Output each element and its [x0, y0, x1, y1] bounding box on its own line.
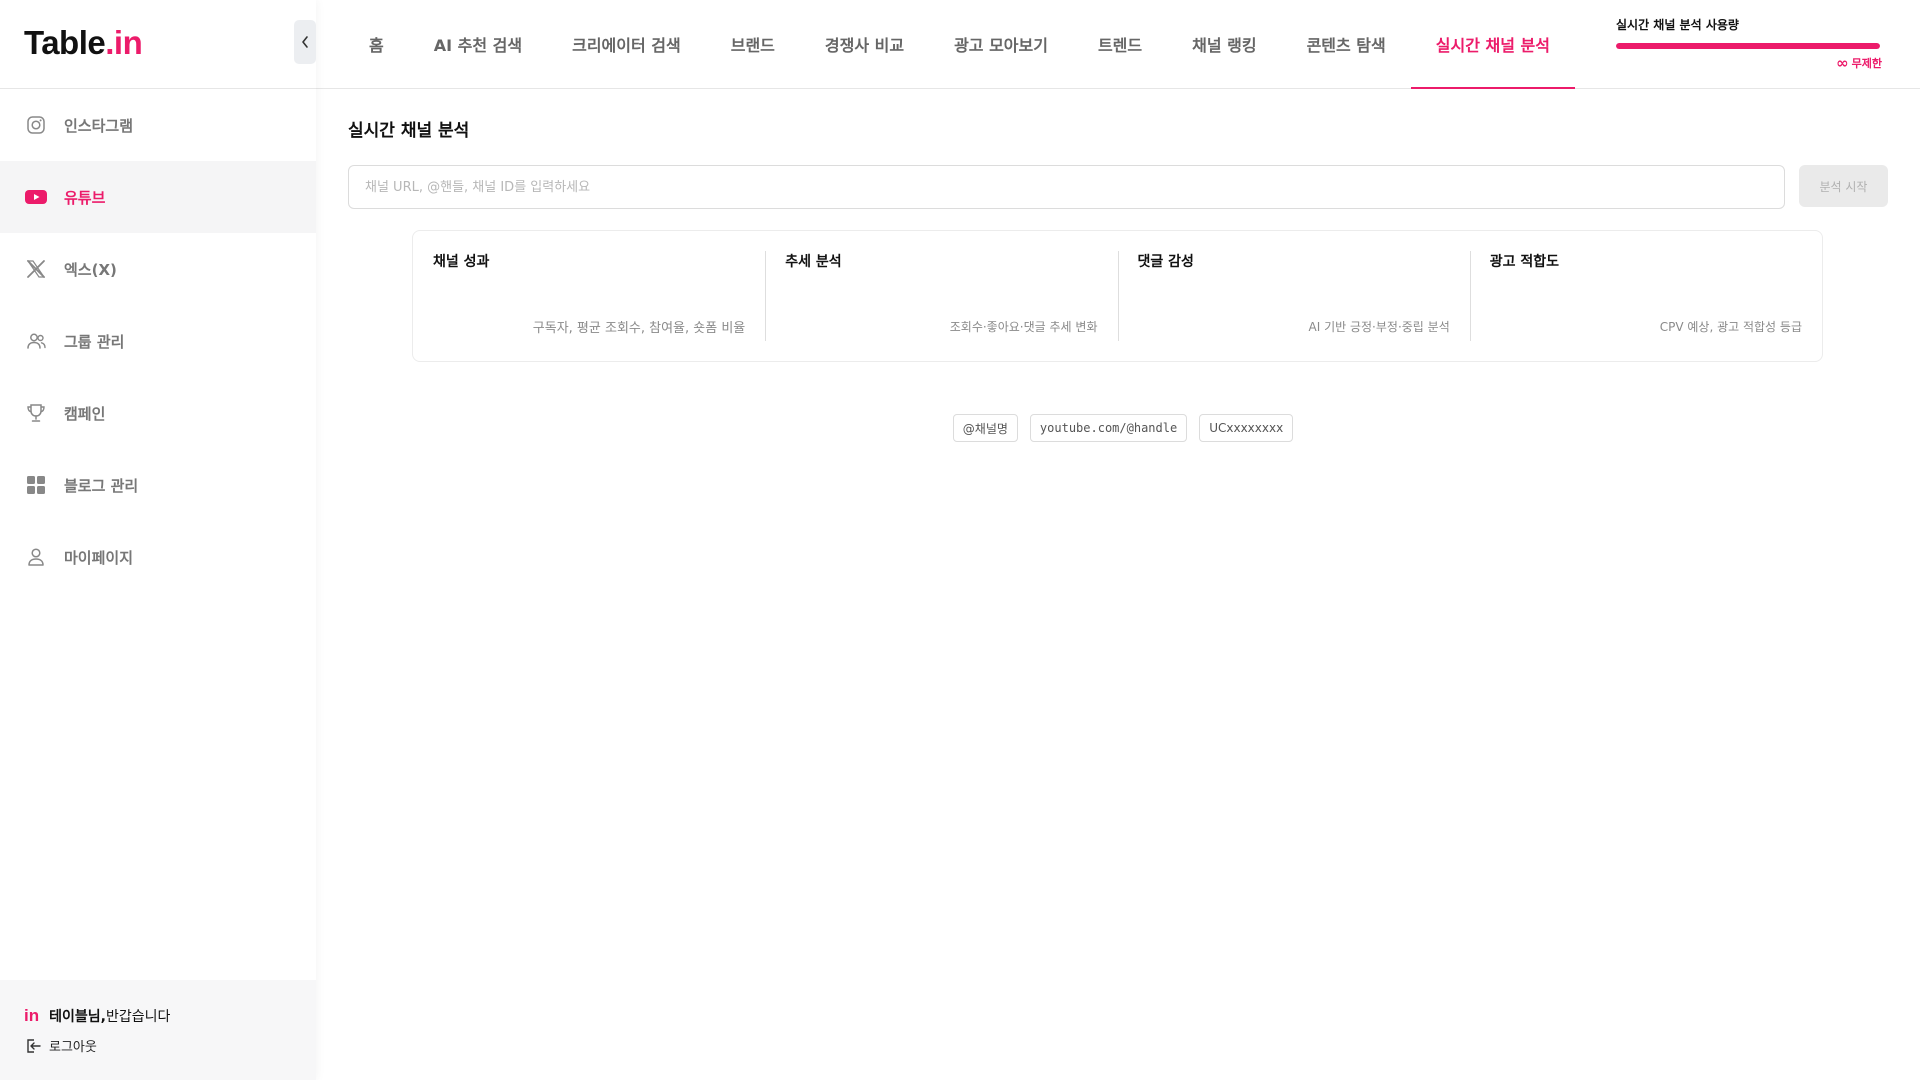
- usage-meter: 실시간 채널 분석 사용량 ∞ 무제한: [1616, 16, 1882, 71]
- sidebar-item-blog[interactable]: 블로그 관리: [0, 449, 316, 521]
- example-chip-handle[interactable]: @채널명: [952, 414, 1018, 442]
- top-nav: 홈 AI 추천 검색 크리에이터 검색 브랜드 경쟁사 비교 광고 모아보기 트…: [316, 0, 1920, 89]
- sidebar-item-label: 마이페이지: [64, 548, 134, 567]
- main-content: 실시간 채널 분석 분석 시작 채널 성과 구독자, 평균 조회수, 참여율, …: [316, 89, 1920, 1080]
- tab-competitor[interactable]: 경쟁사 비교: [800, 0, 929, 88]
- feature-title: 채널 성과: [433, 254, 490, 270]
- example-chips: @채널명 youtube.com/@handle UCxxxxxxxx: [316, 414, 1920, 442]
- logo-dot: .: [105, 24, 114, 61]
- feature-title: 추세 분석: [785, 254, 842, 270]
- sidebar-item-campaign[interactable]: 캠페인: [0, 377, 316, 449]
- tab-list: 홈 AI 추천 검색 크리에이터 검색 브랜드 경쟁사 비교 광고 모아보기 트…: [316, 0, 1576, 89]
- logo-text: Table: [24, 24, 106, 61]
- instagram-icon: [24, 113, 48, 137]
- page-title: 실시간 채널 분석: [348, 121, 470, 141]
- feature-desc: 조회수·좋아요·댓글 추세 변화: [949, 320, 1098, 334]
- tab-brand[interactable]: 브랜드: [706, 0, 800, 88]
- tab-creator-search[interactable]: 크리에이터 검색: [547, 0, 706, 88]
- sidebar-item-label: 유튜브: [64, 188, 106, 207]
- greeting: in 테이블님, 반갑습니다: [24, 1006, 316, 1026]
- sidebar-item-x[interactable]: 엑스(X): [0, 233, 316, 305]
- feature-desc: 구독자, 평균 조회수, 참여율, 숏폼 비율: [532, 321, 746, 336]
- search-row: 분석 시작: [348, 165, 1888, 209]
- feature-desc: CPV 예상, 광고 적합성 등급: [1659, 320, 1802, 334]
- logout-button[interactable]: 로그아웃: [24, 1036, 316, 1055]
- usage-limit: ∞ 무제한: [1616, 55, 1882, 71]
- sidebar-item-instagram[interactable]: 인스타그램: [0, 89, 316, 161]
- usage-title: 실시간 채널 분석 사용량: [1616, 18, 1739, 32]
- tab-ads[interactable]: 광고 모아보기: [929, 0, 1073, 88]
- x-icon: [24, 257, 48, 281]
- tab-home[interactable]: 홈: [344, 0, 409, 88]
- logo[interactable]: Table. in: [24, 24, 143, 64]
- sidebar-item-mypage[interactable]: 마이페이지: [0, 521, 316, 593]
- sidebar-item-label: 그룹 관리: [64, 332, 125, 351]
- usage-limit-label: 무제한: [1851, 57, 1882, 70]
- sidebar-item-group[interactable]: 그룹 관리: [0, 305, 316, 377]
- sidebar-item-label: 인스타그램: [64, 116, 134, 135]
- logout-icon: [27, 1038, 41, 1053]
- analyze-button[interactable]: 분석 시작: [1799, 165, 1888, 207]
- feature-trend-analysis: 추세 분석 조회수·좋아요·댓글 추세 변화: [765, 231, 1117, 361]
- usage-progress-bar: [1616, 43, 1880, 49]
- tab-trend[interactable]: 트렌드: [1073, 0, 1167, 88]
- sidebar-nav: 인스타그램 유튜브 엑스(X) 그룹 관리 캠페인 블로그 관리 마이페이지: [0, 89, 316, 593]
- usage-progress-fill: [1616, 43, 1880, 49]
- channel-search-input[interactable]: [348, 165, 1785, 209]
- logout-label: 로그아웃: [49, 1040, 97, 1055]
- logo-suffix: in: [113, 24, 143, 61]
- sidebar-item-youtube[interactable]: 유튜브: [0, 161, 316, 233]
- feature-title: 댓글 감성: [1137, 254, 1194, 270]
- feature-ad-suitability: 광고 적합도 CPV 예상, 광고 적합성 등급: [1469, 231, 1822, 361]
- group-icon: [24, 329, 48, 353]
- example-chip-url[interactable]: youtube.com/@handle: [1029, 414, 1188, 442]
- feature-title: 광고 적합도: [1489, 254, 1560, 270]
- user-icon: [24, 545, 48, 569]
- sidebar-collapse-button[interactable]: [294, 20, 316, 64]
- greeting-name: 테이블님,: [49, 1009, 106, 1025]
- sidebar-item-label: 캠페인: [64, 404, 106, 423]
- youtube-icon: [24, 185, 48, 209]
- sidebar: Table. in 인스타그램 유튜브 엑스(X) 그룹 관리 캠페인 블로그 …: [0, 0, 316, 1080]
- chevron-left-icon: [302, 36, 308, 48]
- sidebar-footer: in 테이블님, 반갑습니다 로그아웃: [0, 980, 316, 1080]
- sidebar-item-label: 블로그 관리: [64, 476, 139, 495]
- infinity-icon: ∞: [1836, 53, 1849, 72]
- feature-comment-sentiment: 댓글 감성 AI 기반 긍정·부정·중립 분석: [1117, 231, 1470, 361]
- trophy-icon: [24, 401, 48, 425]
- feature-desc: AI 기반 긍정·부정·중립 분석: [1308, 320, 1450, 334]
- grid-icon: [24, 473, 48, 497]
- greeting-text: 반갑습니다: [105, 1009, 171, 1025]
- tab-content-explore[interactable]: 콘텐츠 탐색: [1282, 0, 1411, 88]
- tab-realtime-analysis[interactable]: 실시간 채널 분석: [1410, 0, 1576, 89]
- example-chip-channel-id[interactable]: UCxxxxxxxx: [1199, 414, 1294, 442]
- tab-channel-ranking[interactable]: 채널 랭킹: [1167, 0, 1281, 88]
- brand-mark: in: [24, 1006, 40, 1025]
- tab-ai-search[interactable]: AI 추천 검색: [409, 0, 547, 88]
- feature-cards: 채널 성과 구독자, 평균 조회수, 참여율, 숏폼 비율 추세 분석 조회수·…: [412, 230, 1823, 362]
- feature-channel-performance: 채널 성과 구독자, 평균 조회수, 참여율, 숏폼 비율: [413, 231, 765, 361]
- sidebar-item-label: 엑스(X): [64, 260, 117, 279]
